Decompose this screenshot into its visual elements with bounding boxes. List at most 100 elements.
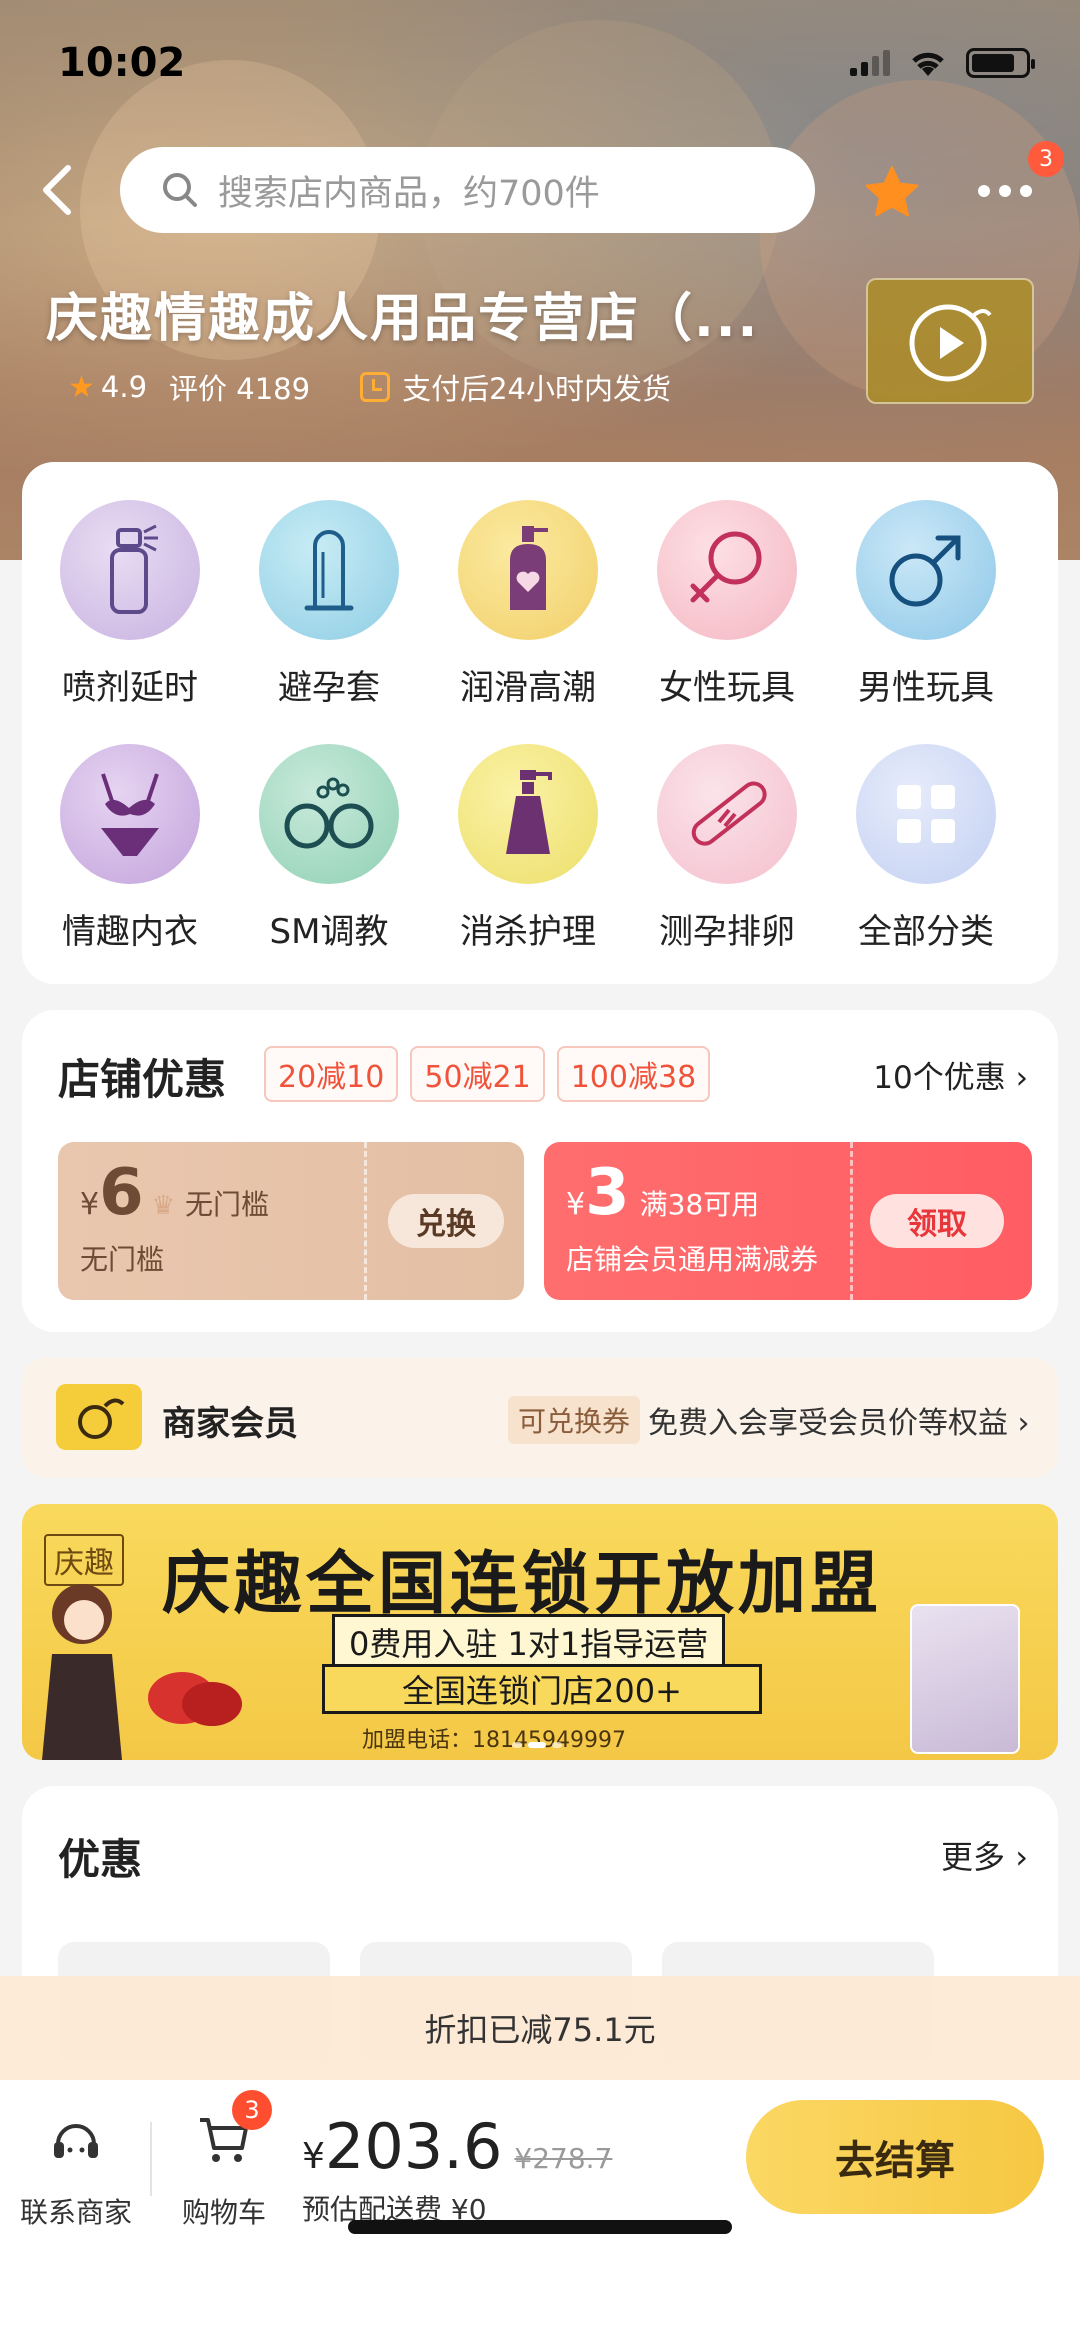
coupon-tags: 20减10 50减21 100减38: [264, 1046, 711, 1102]
category-disinfect[interactable]: 消杀护理: [428, 744, 628, 953]
member-tag: 可兑换券: [508, 1396, 641, 1444]
coupon-tag: 100减38: [556, 1046, 711, 1102]
handcuffs-icon: [259, 744, 399, 884]
pregnancy-test-icon: [657, 744, 797, 884]
category-sm[interactable]: SM调教: [229, 744, 429, 953]
banner-subheadline: 0费用入驻 1对1指导运营: [332, 1614, 726, 1670]
category-lingerie[interactable]: 情趣内衣: [30, 744, 230, 953]
category-label: 润滑高潮: [460, 668, 596, 708]
customer-service-icon: [54, 2124, 98, 2158]
status-bar: 10:02: [0, 0, 1080, 130]
status-time: 10:02: [58, 40, 186, 86]
lingerie-icon: [60, 744, 200, 884]
checkout-button[interactable]: 去结算: [746, 2100, 1044, 2214]
category-label: 男性玩具: [858, 668, 994, 708]
discount-summary: 折扣已减75.1元: [0, 1976, 1080, 2080]
category-label: 全部分类: [858, 912, 994, 952]
shop-meta: ★ 4.9 评价 4189 支付后24小时内发货: [68, 366, 671, 408]
category-label: 女性玩具: [659, 668, 795, 708]
product-box-illustration: [910, 1604, 1020, 1754]
category-label: SM调教: [269, 912, 389, 952]
rope-illustration: [148, 1672, 242, 1726]
contact-label: 联系商家: [19, 2196, 132, 2229]
coupon-currency: ¥: [566, 1187, 586, 1222]
rating-star-icon: ★: [68, 369, 95, 405]
franchise-banner[interactable]: 庆趣 庆趣全国连锁开放加盟 0费用入驻 1对1指导运营 全国连锁门店200+ 加…: [22, 1504, 1058, 1760]
member-title: 商家会员: [162, 1404, 298, 1444]
coupons-more-link[interactable]: 10个优惠 ›: [873, 1052, 1028, 1097]
male-symbol-icon: [856, 500, 996, 640]
total-price: ¥ 203.6 ¥278.7: [302, 2110, 612, 2183]
cart-label: 购物车: [181, 2196, 266, 2229]
coupon-ticket-no-threshold: ¥ 6 ♛ 无门槛 无门槛 兑换: [58, 1142, 524, 1300]
play-icon: [909, 304, 992, 382]
chevron-right-icon: ›: [1015, 1060, 1028, 1096]
coupon-tag: 20减10: [264, 1046, 399, 1102]
category-female[interactable]: 女性玩具: [627, 500, 827, 709]
member-description: 免费入会享受会员价等权益 ›: [648, 1398, 1030, 1442]
back-icon[interactable]: [30, 160, 90, 220]
signal-icon: [850, 50, 890, 76]
category-label: 避孕套: [278, 668, 380, 708]
coupon-divider: [850, 1142, 853, 1300]
price-currency: ¥: [302, 2136, 325, 2177]
category-label: 情趣内衣: [62, 912, 198, 952]
coupons-title: 店铺优惠: [58, 1055, 227, 1104]
category-pregnancy[interactable]: 测孕排卵: [627, 744, 827, 953]
pump-bottle-icon: [458, 744, 598, 884]
member-logo-icon: [56, 1384, 142, 1450]
search-icon: [163, 173, 197, 207]
grid-icon: [856, 744, 996, 884]
chevron-right-icon: ›: [1015, 1838, 1028, 1876]
contact-merchant-button[interactable]: 联系商家: [16, 2110, 136, 2231]
category-spray[interactable]: 喷剂延时: [30, 500, 230, 709]
status-icons: [850, 48, 1035, 78]
category-male[interactable]: 男性玩具: [826, 500, 1026, 709]
coupon-condition: 满38可用: [639, 1188, 760, 1221]
deals-more-link[interactable]: 更多 ›: [941, 1832, 1028, 1878]
member-description-text: 免费入会享受会员价等权益: [648, 1406, 1008, 1441]
search-input[interactable]: 搜索店内商品，约700件: [120, 147, 815, 233]
shop-video-button[interactable]: [866, 278, 1034, 404]
search-placeholder: 搜索店内商品，约700件: [218, 173, 600, 214]
coupon-value: 6: [99, 1156, 144, 1230]
more-menu-icon[interactable]: [978, 171, 1048, 211]
category-condom[interactable]: 避孕套: [229, 500, 429, 709]
notification-badge: 3: [1028, 141, 1064, 177]
category-all[interactable]: 全部分类: [826, 744, 1026, 953]
shop-rating: 4.9: [100, 370, 148, 404]
coupon-subtitle: 店铺会员通用满减券: [566, 1243, 819, 1276]
condom-icon: [259, 500, 399, 640]
banner-ribbon: 全国连锁门店200+: [322, 1664, 762, 1714]
original-price: ¥278.7: [514, 2142, 613, 2175]
coupon-subtitle: 无门槛: [80, 1243, 165, 1276]
banner-headline: 庆趣全国连锁开放加盟: [162, 1545, 883, 1624]
divider: [150, 2122, 152, 2196]
female-symbol-icon: [657, 500, 797, 640]
deals-more-label: 更多: [941, 1838, 1006, 1876]
category-label: 消杀护理: [460, 912, 596, 952]
coupon-amount: ¥ 3 满38可用: [566, 1156, 759, 1230]
category-label: 喷剂延时: [62, 668, 198, 708]
coupon-amount: ¥ 6 ♛ 无门槛: [80, 1156, 269, 1230]
shipping-promise: 支付后24小时内发货: [402, 372, 671, 406]
cart-button[interactable]: 购物车: [164, 2110, 284, 2231]
merchant-member-bar[interactable]: 商家会员 可兑换券 免费入会享受会员价等权益 ›: [22, 1358, 1058, 1478]
lube-bottle-icon: [458, 500, 598, 640]
home-indicator: [348, 2220, 732, 2234]
shop-name: 庆趣情趣成人用品专营店（...: [46, 289, 760, 349]
chevron-right-icon: ›: [1017, 1406, 1030, 1441]
coupon-condition: 无门槛: [184, 1188, 269, 1221]
redeem-button[interactable]: 兑换: [388, 1194, 504, 1248]
claim-button[interactable]: 领取: [870, 1194, 1004, 1248]
shop-coupons-card: 店铺优惠 20减10 50减21 100减38 10个优惠 › ¥ 6 ♛ 无门…: [22, 1010, 1058, 1332]
category-lube[interactable]: 润滑高潮: [428, 500, 628, 709]
spray-icon: [60, 500, 200, 640]
deals-title: 优惠: [58, 1835, 143, 1884]
star-favorite-icon[interactable]: [862, 163, 922, 223]
price-value: 203.6: [324, 2110, 503, 2183]
shop-reviews[interactable]: 评价 4189: [169, 366, 310, 408]
coupon-ticket-member: ¥ 3 满38可用 店铺会员通用满减券 领取: [544, 1142, 1032, 1300]
cartoon-girl-illustration: [42, 1584, 122, 1760]
checkout-bar: 联系商家 购物车 3 ¥ 203.6 ¥278.7 预估配送费 ¥0 去结算: [0, 2080, 1080, 2339]
